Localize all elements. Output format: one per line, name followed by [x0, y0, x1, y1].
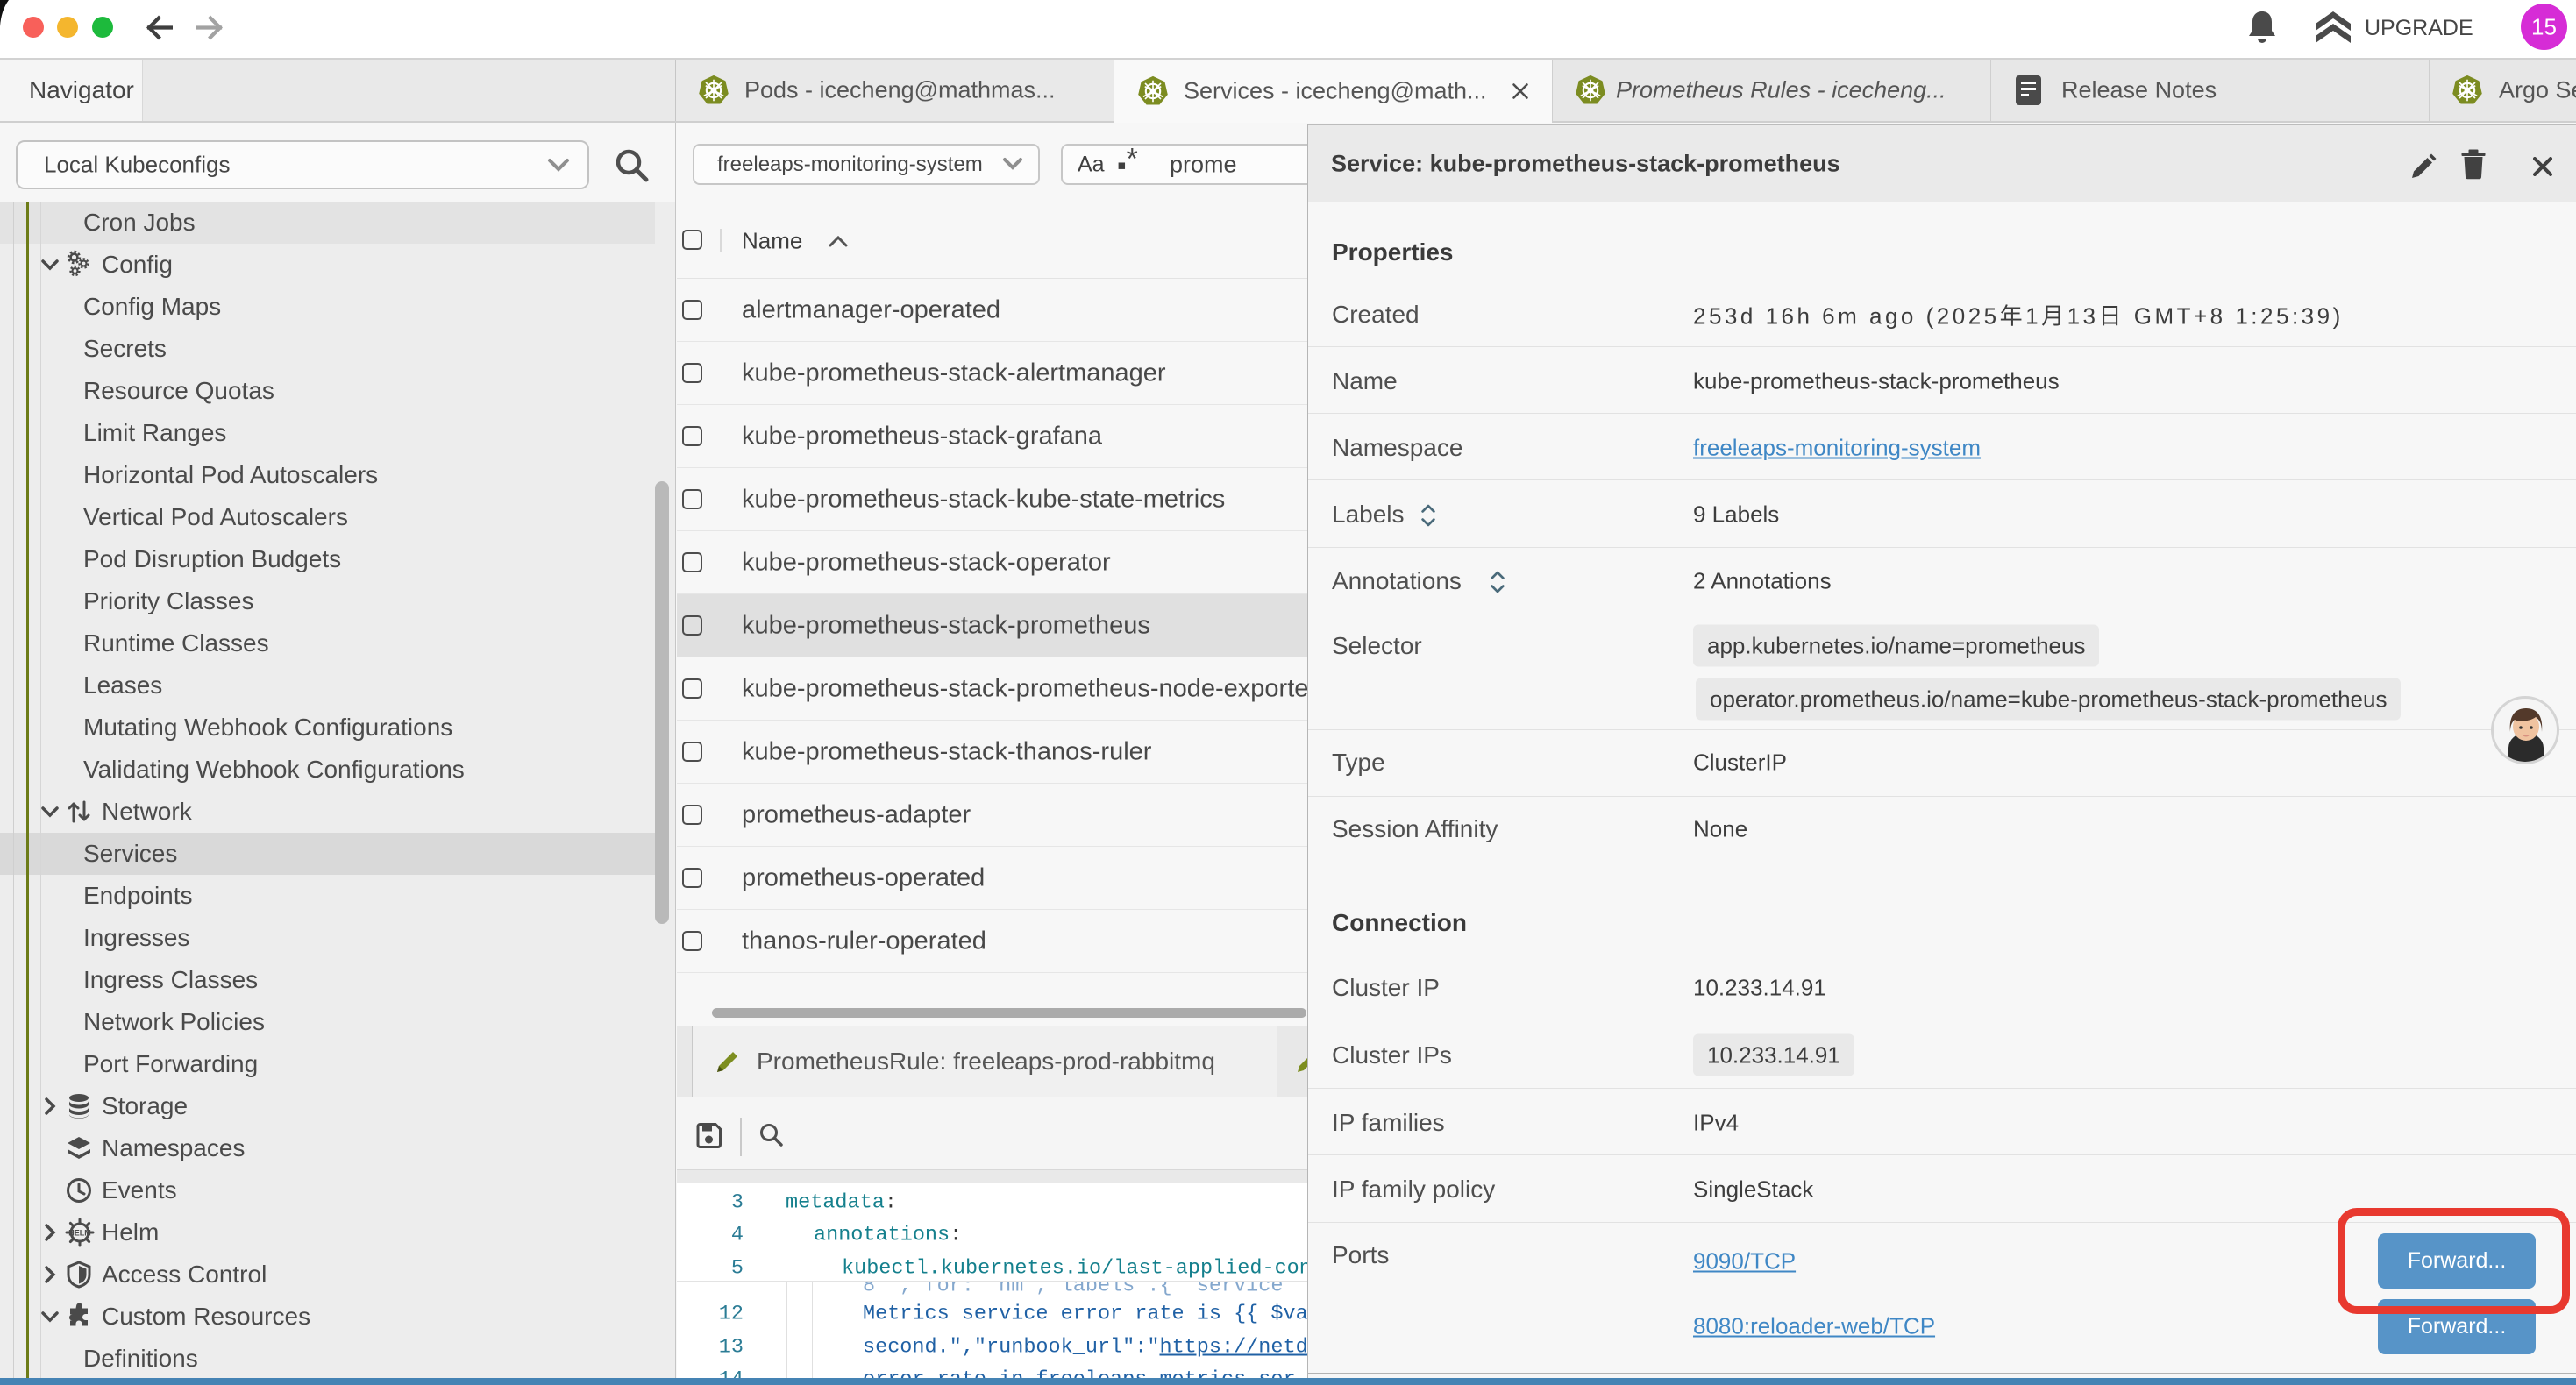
svg-text:HELM: HELM: [68, 1229, 91, 1238]
